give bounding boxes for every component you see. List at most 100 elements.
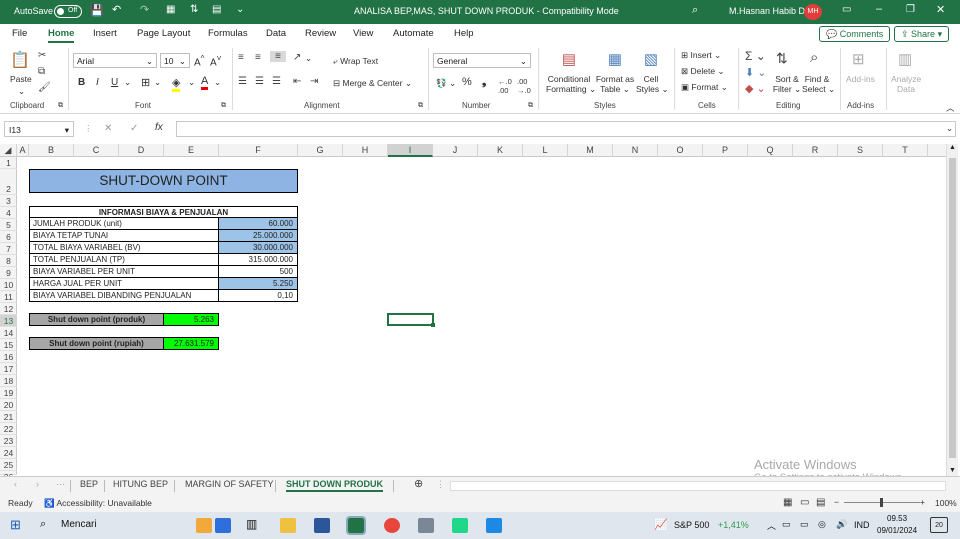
tab-review[interactable]: Review: [305, 28, 336, 39]
fill-handle[interactable]: [431, 323, 435, 327]
sort-filter-button[interactable]: Sort & Filter ⌄: [772, 74, 802, 95]
search-icon[interactable]: ⌕: [692, 4, 698, 17]
column-header[interactable]: K: [478, 144, 523, 157]
customize-qat-icon[interactable]: ⌄: [236, 4, 244, 15]
info-label[interactable]: TOTAL PENJUALAN (TP): [29, 254, 219, 266]
stock-name[interactable]: S&P 500: [674, 520, 709, 530]
form-icon[interactable]: ▦: [166, 4, 175, 15]
column-header[interactable]: S: [838, 144, 883, 157]
windows-start-icon[interactable]: ⊞: [10, 517, 21, 533]
column-header[interactable]: H: [343, 144, 388, 157]
merge-center-button[interactable]: ⊟ Merge & Center ⌄: [333, 78, 412, 89]
row-header[interactable]: 7: [0, 243, 17, 255]
cell-styles-icon[interactable]: ▧: [640, 50, 662, 70]
conditional-formatting-button[interactable]: Conditional Formatting ⌄: [546, 74, 596, 95]
sheet-tab[interactable]: HITUNG BEP: [113, 479, 168, 489]
sheet-title[interactable]: SHUT-DOWN POINT: [29, 169, 298, 193]
row-header[interactable]: 19: [0, 387, 17, 399]
ribbon-display-icon[interactable]: ▭: [842, 4, 851, 15]
align-middle-icon[interactable]: ≡: [255, 52, 261, 63]
row-header[interactable]: 18: [0, 375, 17, 387]
decrease-decimal-icon[interactable]: .00 →.0: [517, 77, 531, 95]
scroll-thumb[interactable]: [949, 158, 956, 458]
italic-icon[interactable]: I: [96, 77, 99, 88]
clock-time[interactable]: 09.53: [887, 514, 907, 523]
column-header[interactable]: D: [119, 144, 164, 157]
alignment-launcher-icon[interactable]: ⧉: [418, 102, 423, 110]
page-layout-view-icon[interactable]: ▭: [800, 497, 809, 508]
chevron-down-icon[interactable]: ⌄: [154, 77, 161, 88]
active-cell-cursor[interactable]: [387, 313, 434, 326]
language-indicator[interactable]: IND: [854, 520, 870, 530]
task-view-icon[interactable]: ▥: [246, 517, 257, 531]
info-label[interactable]: BIAYA VARIABEL PER UNIT: [29, 266, 219, 278]
row-header[interactable]: 23: [0, 435, 17, 447]
tab-help[interactable]: Help: [454, 28, 474, 39]
formula-bar-more-icon[interactable]: ⋮: [84, 123, 93, 134]
row-header[interactable]: 10: [0, 279, 17, 291]
info-value[interactable]: 30.000.000: [219, 242, 298, 254]
chevron-down-icon[interactable]: ⌄: [124, 77, 131, 88]
more-sheets-icon[interactable]: ⋯: [56, 479, 65, 490]
align-top-icon[interactable]: ≡: [238, 52, 244, 63]
vertical-scrollbar[interactable]: ▲ ▼: [946, 144, 958, 476]
row-header[interactable]: 6: [0, 231, 17, 243]
align-left-icon[interactable]: ☰: [238, 76, 247, 87]
underline-icon[interactable]: U: [111, 77, 118, 88]
tab-formulas[interactable]: Formulas: [208, 28, 248, 39]
row-header[interactable]: 16: [0, 351, 17, 363]
row-header[interactable]: 9: [0, 267, 17, 279]
column-header[interactable]: R: [793, 144, 838, 157]
battery-icon[interactable]: ▭: [800, 519, 809, 530]
percent-style-icon[interactable]: %: [462, 76, 472, 88]
sheet-tab[interactable]: BEP: [80, 479, 98, 489]
scroll-up-icon[interactable]: ▲: [947, 144, 958, 151]
info-value[interactable]: 60.000: [219, 218, 298, 230]
widget-icon[interactable]: [196, 518, 212, 533]
expand-formula-icon[interactable]: ⌄: [946, 123, 953, 134]
search-icon[interactable]: ⌕: [40, 518, 46, 531]
row-header[interactable]: 20: [0, 399, 17, 411]
vscode-icon[interactable]: [486, 518, 502, 533]
align-right-icon[interactable]: ☰: [272, 76, 281, 87]
taskbar-search[interactable]: Mencari: [61, 519, 97, 530]
stock-chart-icon[interactable]: 📈: [654, 518, 668, 531]
find-select-button[interactable]: Find & Select ⌄: [802, 74, 835, 95]
row-header[interactable]: 14: [0, 327, 17, 339]
scroll-down-icon[interactable]: ▼: [947, 467, 958, 474]
format-cells-button[interactable]: ▣ Format ⌄: [681, 82, 728, 93]
delete-cells-button[interactable]: ⊠ Delete ⌄: [681, 66, 725, 77]
tab-insert[interactable]: Insert: [93, 28, 117, 39]
accessibility-status[interactable]: ♿ Accessibility: Unavailable: [44, 498, 152, 509]
column-header[interactable]: B: [29, 144, 74, 157]
column-header[interactable]: A: [17, 144, 29, 157]
tab-home[interactable]: Home: [48, 28, 75, 43]
tab-page-layout[interactable]: Page Layout: [137, 28, 190, 39]
cell-styles-button[interactable]: Cell Styles ⌄: [636, 74, 669, 95]
tab-data[interactable]: Data: [266, 28, 286, 39]
add-ins-button[interactable]: Add-ins: [846, 74, 875, 84]
increase-decimal-icon[interactable]: ←.0.00: [498, 77, 512, 95]
borders-icon[interactable]: ⊞: [141, 76, 150, 89]
zoom-in-icon[interactable]: +: [920, 497, 925, 507]
sort-filter-icon[interactable]: ⇅: [776, 50, 788, 67]
autosum-icon[interactable]: Σ ⌄: [745, 49, 766, 63]
accounting-format-icon[interactable]: 💱 ⌄: [436, 78, 456, 89]
row-header[interactable]: 5: [0, 219, 17, 231]
wrap-text-button[interactable]: ⤶ Wrap Text: [333, 56, 378, 67]
notification-badge[interactable]: 20: [930, 517, 948, 533]
column-header[interactable]: N: [613, 144, 658, 157]
sheet-tab-active[interactable]: SHUT DOWN PRODUK: [286, 479, 383, 492]
font-color-icon[interactable]: A: [201, 75, 209, 90]
info-label[interactable]: BIAYA TETAP TUNAI: [29, 230, 219, 242]
analyze-data-icon[interactable]: ▥: [898, 50, 912, 68]
clear-icon[interactable]: ◆ ⌄: [745, 82, 766, 95]
chrome-icon[interactable]: [384, 518, 400, 533]
format-as-table-icon[interactable]: ▦: [604, 50, 626, 70]
column-header[interactable]: E: [164, 144, 219, 157]
paste-label[interactable]: Paste: [10, 74, 32, 84]
column-header-selected[interactable]: I: [388, 144, 433, 157]
column-header[interactable]: C: [74, 144, 119, 157]
name-box[interactable]: I13 ▾: [4, 121, 74, 137]
tab-automate[interactable]: Automate: [393, 28, 434, 39]
